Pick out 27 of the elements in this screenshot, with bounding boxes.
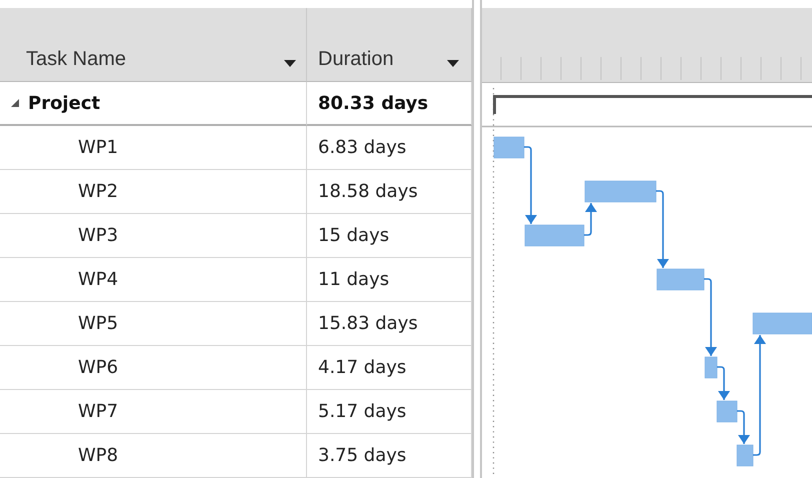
task-bar[interactable]	[704, 356, 718, 378]
task-bar[interactable]	[736, 444, 754, 466]
column-header[interactable]: Duration	[307, 8, 472, 82]
task-bar[interactable]	[656, 268, 704, 290]
collapse-icon[interactable]	[10, 98, 20, 108]
task-bar[interactable]	[524, 224, 584, 246]
task-name: WP4	[78, 269, 118, 290]
dependency-arrow	[737, 410, 750, 444]
caret-icon[interactable]	[284, 60, 296, 67]
task-name: Project	[28, 92, 100, 114]
task-name: WP6	[78, 357, 118, 378]
pane-splitter[interactable]	[472, 0, 482, 478]
task-bar[interactable]	[494, 136, 524, 158]
column-header[interactable]: Task Name	[0, 8, 307, 82]
task-name: WP8	[78, 445, 118, 466]
caret-icon[interactable]	[447, 60, 459, 67]
task-name: WP1	[78, 137, 118, 158]
task-name: WP7	[78, 401, 118, 422]
task-name: WP5	[78, 313, 118, 334]
task-name: WP3	[78, 225, 118, 246]
task-name: WP2	[78, 181, 118, 202]
dependency-arrow	[717, 366, 730, 400]
task-bar[interactable]	[752, 312, 812, 334]
task-bar[interactable]	[716, 400, 738, 422]
summary-bar[interactable]	[493, 95, 812, 114]
dependency-arrow	[584, 203, 597, 236]
task-bar[interactable]	[584, 180, 656, 202]
